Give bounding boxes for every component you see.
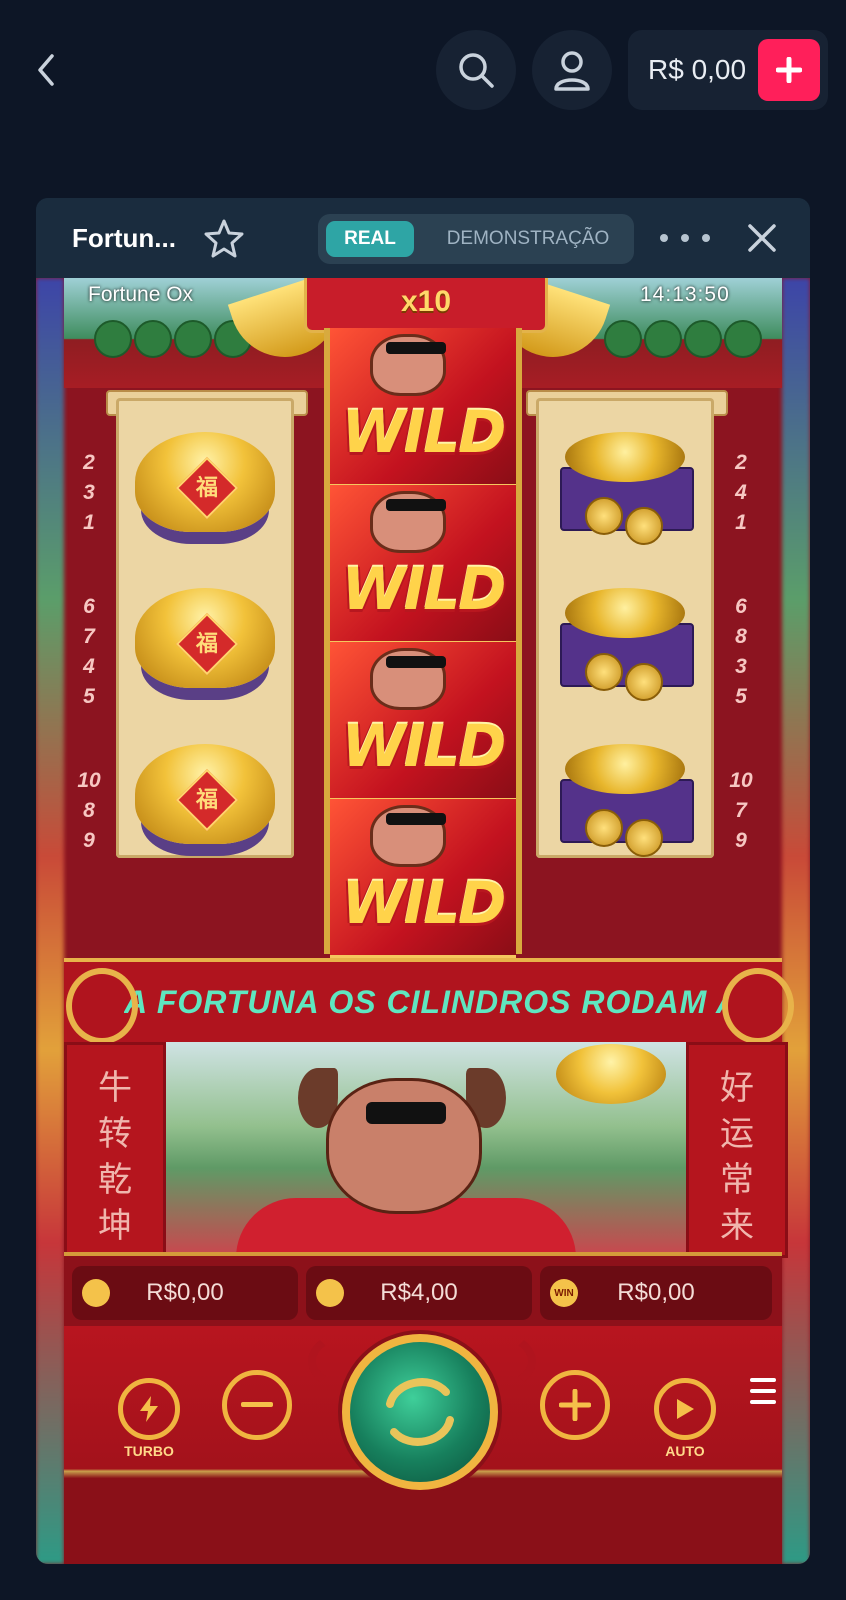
auto-spin-button[interactable]: AUTO — [654, 1378, 716, 1459]
win-value: R$0,00 — [617, 1279, 695, 1306]
gold-coins-symbol — [545, 568, 705, 708]
wild-symbol: WILD — [330, 642, 516, 801]
user-icon — [554, 51, 590, 91]
auto-label: AUTO — [665, 1443, 705, 1459]
wild-symbol: WILD — [330, 328, 516, 487]
wild-symbol: WILD — [330, 485, 516, 644]
balance-value: R$0,00 — [146, 1279, 224, 1306]
ox-character — [216, 1068, 596, 1258]
star-icon[interactable] — [204, 218, 244, 258]
floating-gold-ingot — [556, 1044, 666, 1104]
right-reel — [536, 398, 714, 858]
marquee-text: A FORTUNA OS CILINDROS RODAM ATÉ — [124, 984, 724, 1020]
game-title: Fortun... — [72, 223, 176, 253]
gold-coins-symbol — [545, 412, 705, 552]
multiplier-badge: x10 — [304, 278, 548, 333]
paylines-right: 241 6835 10 7 9 — [729, 451, 753, 852]
paylines-left: 231 6745 10 8 9 — [77, 451, 101, 852]
chevron-left-icon — [38, 54, 54, 86]
plus-icon — [776, 57, 802, 83]
plus-icon — [559, 1389, 591, 1421]
turbo-button[interactable]: TURBO — [118, 1378, 180, 1459]
spin-button[interactable] — [342, 1334, 498, 1490]
balance-amount: R$ 0,00 — [648, 54, 747, 85]
profile-button[interactable] — [532, 30, 612, 110]
left-pillar: 牛转乾坤 — [64, 1042, 166, 1258]
mode-demo-button[interactable]: DEMONSTRAÇÃO — [430, 221, 626, 257]
turbo-label: TURBO — [124, 1443, 174, 1459]
banner-scroll-left — [66, 968, 138, 1044]
minus-icon — [241, 1402, 273, 1407]
mode-toggle: REAL DEMONSTRAÇÃO — [318, 214, 634, 264]
game-panel: Fortun... REAL DEMONSTRAÇÃO x10 Fortune … — [36, 198, 810, 1564]
right-pillar: 好运常来 — [686, 1042, 788, 1258]
spin-arrows-icon — [386, 1378, 454, 1446]
wallet-balance[interactable]: R$ 0,00 — [628, 30, 828, 110]
deposit-button[interactable] — [758, 39, 820, 101]
menu-button[interactable] — [750, 1378, 776, 1411]
gold-ingot-symbol: 福 — [125, 568, 285, 708]
top-bar: R$ 0,00 — [0, 0, 846, 140]
gold-coins-symbol — [545, 724, 705, 864]
ingame-clock: 14:13:50 — [640, 283, 730, 306]
more-icon[interactable] — [660, 220, 710, 256]
info-bar: R$0,00 R$4,00 WIN R$0,00 — [64, 1252, 782, 1330]
back-button[interactable] — [26, 50, 66, 90]
game-panel-header: Fortun... REAL DEMONSTRAÇÃO — [36, 198, 810, 278]
play-icon — [677, 1399, 694, 1419]
bet-value: R$4,00 — [380, 1279, 458, 1306]
middle-reel: WILD WILD WILD WILD — [324, 328, 522, 958]
left-reel: 福 福 福 — [116, 398, 294, 858]
right-blur-edge — [782, 278, 810, 1564]
marquee-banner: A FORTUNA OS CILINDROS RODAM ATÉ — [64, 958, 782, 1046]
bet-display: R$4,00 — [306, 1266, 532, 1320]
left-blur-edge — [36, 278, 64, 1564]
search-icon — [459, 53, 494, 88]
gold-ingot-symbol: 福 — [125, 412, 285, 552]
balance-display: R$0,00 — [72, 1266, 298, 1320]
win-display: WIN R$0,00 — [540, 1266, 772, 1320]
ingame-game-name: Fortune Ox — [88, 283, 194, 306]
close-icon[interactable] — [744, 220, 780, 256]
decrease-bet-button[interactable] — [222, 1370, 292, 1440]
mode-real-button[interactable]: REAL — [326, 221, 414, 257]
increase-bet-button[interactable] — [540, 1370, 610, 1440]
banner-scroll-right — [722, 968, 794, 1044]
search-button[interactable] — [436, 30, 516, 110]
game-canvas[interactable]: x10 Fortune Ox 14:13:50 231 6745 10 8 9 24… — [36, 278, 810, 1564]
wild-symbol: WILD — [330, 799, 516, 958]
gold-ingot-symbol: 福 — [125, 724, 285, 864]
lightning-icon — [140, 1396, 158, 1422]
